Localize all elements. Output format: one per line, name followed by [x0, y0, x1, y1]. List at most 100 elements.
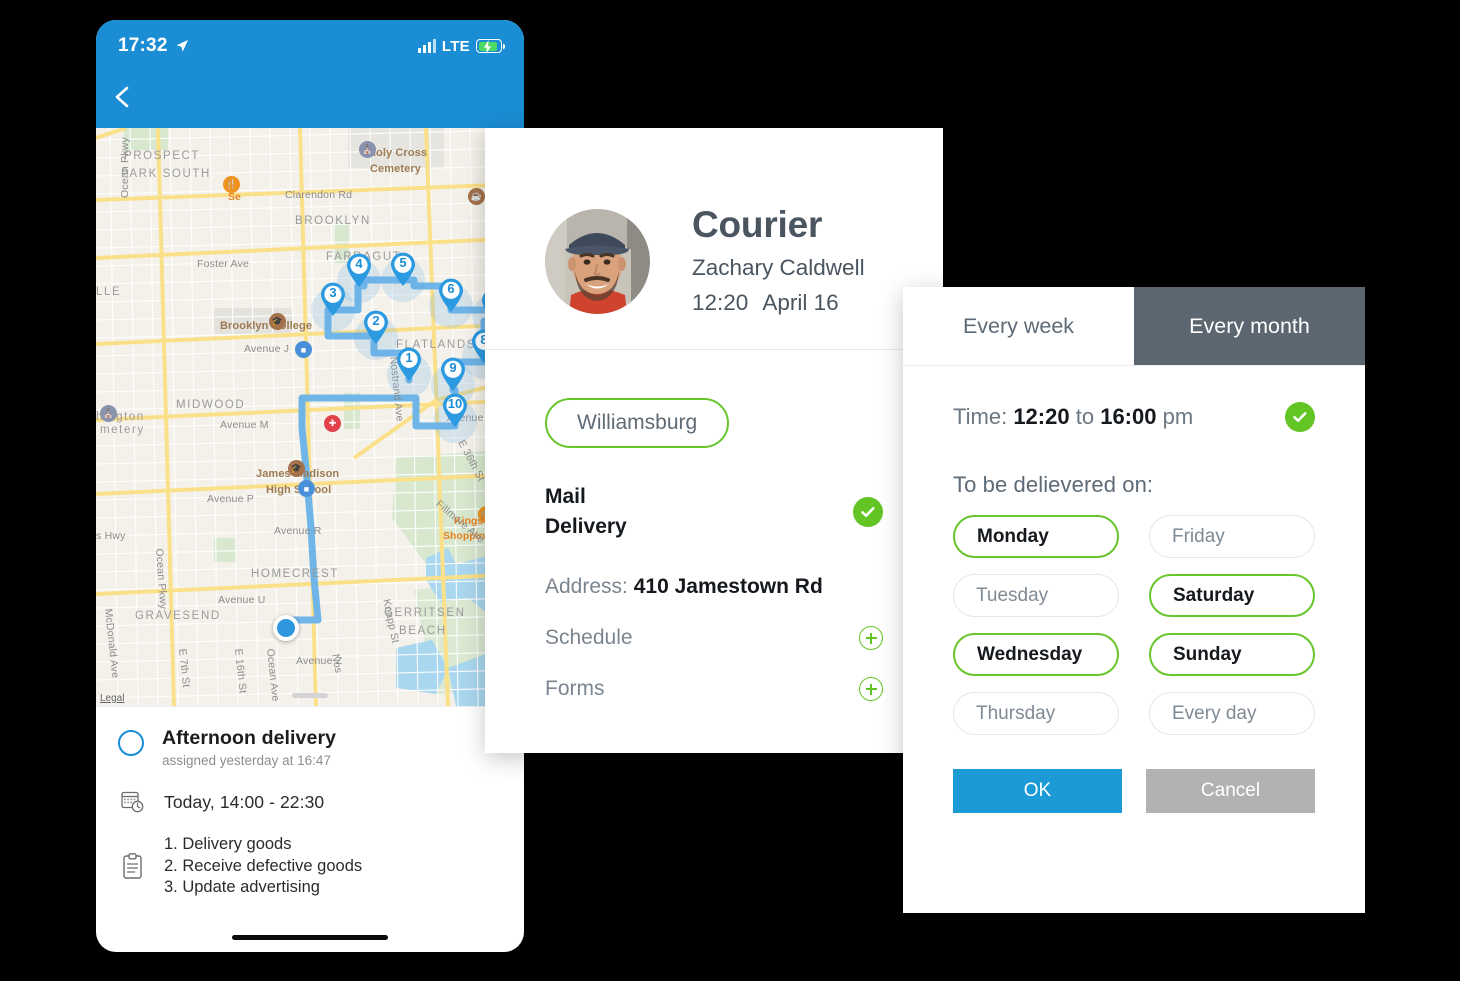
map-label: Avenue M	[220, 419, 269, 431]
green-check-icon	[853, 497, 883, 527]
poi-cemetery-icon: ⛪	[359, 141, 376, 158]
map-label: PARK SOUTH	[121, 168, 211, 180]
time-to: 16:00	[1100, 404, 1157, 429]
poi-cafe-icon: ☕	[468, 188, 485, 205]
schedule-tabs[interactable]: Every week Every month	[903, 287, 1365, 365]
map-label: s Hwy	[96, 530, 126, 542]
time-label: Time:	[953, 404, 1008, 429]
address-value: 410 Jamestown Rd	[633, 575, 823, 598]
green-check-icon	[1285, 402, 1315, 432]
courier-meta: Courier Zachary Caldwell 12:20 April 16	[692, 203, 865, 317]
area-tag[interactable]: Williamsburg	[545, 398, 730, 448]
task-panel: Afternoon delivery assigned yesterday at…	[96, 706, 524, 899]
calendar-clock-icon	[118, 790, 148, 814]
courier-avatar-photo	[545, 208, 650, 314]
task-item: 3. Update advertising	[164, 878, 320, 896]
service-line-2: Delivery	[545, 515, 627, 538]
poi-restaurant-icon: 🍴	[223, 176, 240, 193]
schedule-body: Time: 12:20 to 16:00 pm To be delievered…	[903, 366, 1365, 813]
drag-handle-icon[interactable]	[292, 693, 328, 698]
map-label: LLE	[96, 286, 122, 298]
time-text: Time: 12:20 to 16:00 pm	[953, 404, 1193, 430]
day-chip-wednesday[interactable]: Wednesday	[953, 633, 1119, 676]
nav-bar	[96, 72, 524, 128]
schedule-row[interactable]: Schedule	[545, 626, 883, 650]
map-label: BROOKLYN	[295, 215, 371, 227]
location-arrow-icon	[176, 40, 188, 52]
battery-charging-icon	[476, 39, 505, 54]
status-time: 17:32	[118, 35, 168, 56]
map-pin-9[interactable]: 9	[431, 357, 475, 407]
cellular-signal-icon	[417, 39, 436, 53]
courier-time: 12:20	[692, 290, 749, 316]
task-time-row: Today, 14:00 - 22:30	[118, 790, 502, 814]
task-time: Today, 14:00 - 22:30	[164, 791, 325, 812]
map-label: MIDWOOD	[176, 399, 246, 411]
day-chip-friday[interactable]: Friday	[1149, 515, 1315, 558]
map-view[interactable]: PROSPECT PARK SOUTH Holy Cross Cemetery BROO…	[96, 128, 524, 706]
map-label: Ocean Pkwy	[119, 137, 131, 198]
screenshot-stage: 17:32 LTE PROSPECT PARK SOUTH Holy Cross…	[0, 0, 1460, 981]
time-suffix: pm	[1162, 404, 1194, 429]
task-subtitle: assigned yesterday at 16:47	[162, 753, 331, 768]
map-label: Foster Ave	[197, 258, 249, 270]
map-label: Avenue P	[207, 493, 254, 505]
address-label: Address:	[545, 575, 628, 598]
tab-every-week[interactable]: Every week	[903, 287, 1134, 365]
day-chip-every-day[interactable]: Every day	[1149, 692, 1315, 735]
day-chip-thursday[interactable]: Thursday	[953, 692, 1119, 735]
day-chip-tuesday[interactable]: Tuesday	[953, 574, 1119, 617]
courier-date: April 16	[762, 290, 839, 316]
phone-mockup: 17:32 LTE PROSPECT PARK SOUTH Holy Cross…	[96, 20, 524, 952]
schedule-label: Schedule	[545, 626, 633, 649]
chevron-left-icon[interactable]	[112, 86, 134, 108]
map-label: Avenue R	[274, 525, 322, 537]
courier-card: Courier Zachary Caldwell 12:20 April 16 W…	[485, 128, 943, 753]
map-label: Brooklyn College	[220, 320, 313, 332]
day-chip-monday[interactable]: Monday	[953, 515, 1119, 558]
courier-name: Zachary Caldwell	[692, 255, 865, 281]
map-pin-2[interactable]: 2	[354, 310, 398, 360]
map-label: Cemetery	[370, 163, 421, 175]
map-pin-10[interactable]: 10	[433, 393, 477, 443]
plus-circle-icon[interactable]	[859, 626, 883, 650]
map-pin-number: 5	[399, 255, 407, 270]
cancel-button[interactable]: Cancel	[1146, 769, 1315, 813]
home-indicator	[232, 935, 388, 940]
map-pin-4[interactable]: 4	[337, 253, 381, 303]
map-pin-number: 1	[405, 350, 413, 365]
plus-circle-icon[interactable]	[859, 677, 883, 701]
delivered-on-label: To be delievered on:	[953, 472, 1154, 497]
map-pin-number: 10	[447, 396, 463, 411]
courier-datetime: 12:20 April 16	[692, 290, 865, 316]
empty-circle-icon[interactable]	[118, 730, 144, 756]
service-row: Mail Delivery	[545, 482, 883, 542]
day-chip-saturday[interactable]: Saturday	[1149, 574, 1315, 617]
task-title: Afternoon delivery	[162, 727, 337, 749]
map-pin-1[interactable]: 1	[387, 347, 431, 397]
day-chip-grid[interactable]: Monday Friday Tuesday Saturday Wednesday Sund…	[953, 515, 1315, 735]
courier-body: Williamsburg Mail Delivery Address: 410 …	[485, 350, 943, 701]
map-label: GRAVESEND	[135, 610, 221, 622]
poi-cemetery2-icon: ⛪	[100, 405, 117, 422]
map-pin-number: 2	[372, 313, 380, 328]
ok-button[interactable]: OK	[953, 769, 1122, 813]
tab-every-month[interactable]: Every month	[1134, 287, 1365, 365]
task-item: 2. Receive defective goods	[164, 856, 363, 875]
map-label: Avenue J	[244, 343, 290, 355]
map-legal-link[interactable]: Legal	[100, 693, 124, 704]
map-pin-6[interactable]: 6	[429, 278, 473, 328]
task-header: Afternoon delivery assigned yesterday at…	[118, 727, 502, 768]
forms-row[interactable]: Forms	[545, 677, 883, 701]
map-pin-number: 4	[355, 256, 363, 271]
task-item: 1. Delivery goods	[164, 835, 292, 853]
time-from: 12:20	[1013, 404, 1070, 429]
poi-school-icon: 🎓	[269, 313, 286, 330]
status-bar: 17:32 LTE	[96, 20, 524, 72]
map-label: PROSPECT	[124, 150, 201, 162]
courier-role: Courier	[692, 203, 823, 245]
map-label: BEACH	[399, 625, 447, 637]
day-chip-sunday[interactable]: Sunday	[1149, 633, 1315, 676]
clipboard-icon	[118, 853, 148, 879]
map-pin-5[interactable]: 5	[381, 252, 425, 302]
